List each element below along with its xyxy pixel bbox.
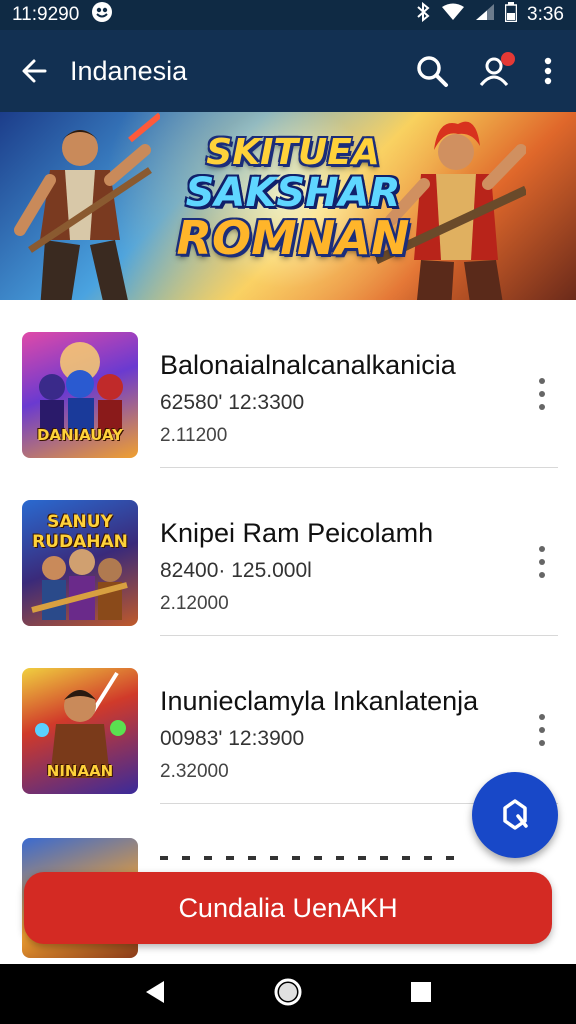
banner-title: SKITUEA SAKSHAR ROMNAN xyxy=(168,134,418,262)
wifi-icon xyxy=(441,3,465,27)
thumbnail-title: NINAAN xyxy=(46,762,114,780)
item-meta: 00983' 12:3900 xyxy=(160,727,305,750)
more-vert-icon xyxy=(539,378,545,384)
app-bar: Indanesia xyxy=(0,30,576,112)
back-button[interactable] xyxy=(6,43,62,99)
account-button[interactable] xyxy=(466,43,522,99)
back-arrow-icon xyxy=(22,59,47,83)
app-notification-icon xyxy=(91,1,113,29)
nav-recents-button[interactable] xyxy=(409,980,433,1009)
item-title: Inunieclamyla Inkanlatenja xyxy=(160,686,479,716)
thumbnail-title: DANIAUAY xyxy=(36,426,124,444)
nav-home-button[interactable] xyxy=(273,977,303,1012)
more-vert-icon xyxy=(539,714,545,720)
overflow-menu-button[interactable] xyxy=(528,43,568,99)
list-item[interactable]: DANIAUAY Balonaialnalcanalkanicia 62580'… xyxy=(0,300,576,468)
floating-action-button[interactable] xyxy=(472,772,558,858)
item-more-button[interactable] xyxy=(530,710,554,750)
item-subtext: 2.11200 xyxy=(160,425,228,446)
system-navigation-bar xyxy=(0,964,576,1024)
item-subtext: 2.12000 xyxy=(160,593,229,614)
notification-dot xyxy=(501,52,515,66)
game-list: DANIAUAY Balonaialnalcanalkanicia 62580'… xyxy=(0,300,576,804)
hero-left-illustration xyxy=(14,112,160,300)
search-icon xyxy=(417,56,448,87)
more-vert-icon xyxy=(544,57,552,85)
search-button[interactable] xyxy=(404,43,460,99)
thumbnail-title: SANUY RUDAHAN xyxy=(32,512,128,552)
bluetooth-icon xyxy=(415,1,431,28)
item-title: Knipei Ram Peicolamh xyxy=(160,518,434,548)
item-title: Balonaialnalcanalkanicia xyxy=(160,350,456,380)
item-more-button[interactable] xyxy=(530,542,554,582)
refresh-chat-icon xyxy=(503,799,528,830)
banner-title-line-3: ROMNAN xyxy=(176,210,410,265)
nav-recents-icon xyxy=(411,981,431,1002)
nav-home-icon xyxy=(274,978,302,1005)
more-vert-icon xyxy=(539,546,545,552)
item-meta: 62580' 12:3300 xyxy=(160,391,305,414)
status-time-right: 3:36 xyxy=(527,4,564,25)
item-title-placeholder xyxy=(160,856,460,860)
nav-back-button[interactable] xyxy=(143,979,167,1010)
primary-action-button[interactable]: Cundalia UenAKH xyxy=(24,872,552,944)
page-title: Indanesia xyxy=(70,55,188,86)
list-item[interactable]: SANUY RUDAHAN Knipei Ram Peicolamh 82400… xyxy=(0,468,576,636)
signal-icon xyxy=(475,3,495,27)
game-thumbnail: DANIAUAY xyxy=(22,332,138,458)
item-subtext: 2.32000 xyxy=(160,761,229,782)
battery-icon xyxy=(504,2,518,28)
item-more-button[interactable] xyxy=(530,374,554,414)
item-meta: 82400· 125.000l xyxy=(160,559,312,582)
promo-banner[interactable]: SKITUEA SAKSHAR ROMNAN xyxy=(0,112,576,300)
banner-title-line-1: SKITUEA xyxy=(206,132,380,173)
nav-back-icon xyxy=(146,980,164,1003)
game-thumbnail: SANUY RUDAHAN xyxy=(22,500,138,626)
status-bar: 11:9290 3:36 xyxy=(0,0,576,30)
status-time-left: 11:9290 xyxy=(12,4,80,25)
game-thumbnail: NINAAN xyxy=(22,668,138,794)
banner-title-line-2: SAKSHAR xyxy=(185,169,401,216)
